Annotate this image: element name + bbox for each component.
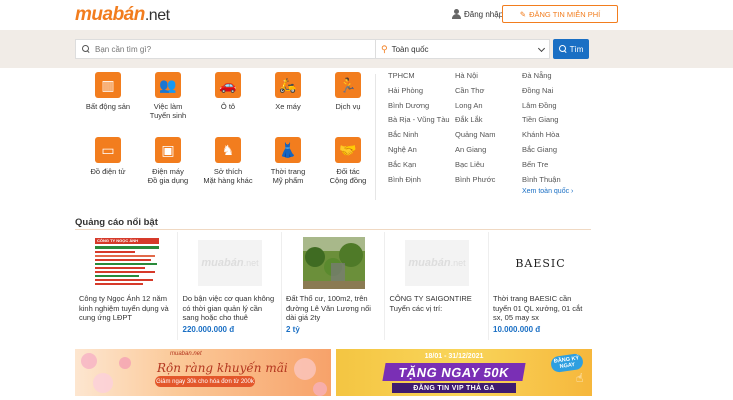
cities-divider [375,74,376,200]
handshake-icon: 🤝 [335,137,361,163]
logo-part2: .net [144,7,170,24]
city-link[interactable]: Bắc Giang [522,145,557,154]
featured-card-title: Do bận việc cơ quan không có thời gian q… [182,294,275,322]
car-icon: 🚗 [215,72,241,98]
city-link[interactable]: Lâm Đồng [522,101,557,110]
city-link[interactable]: Đồng Nai [522,86,553,95]
banner-left-sub: Giảm ngay 30k cho hóa đơn từ 200k [155,376,255,387]
search-icon [82,45,90,53]
brand-logo-text: BAESIC [515,256,566,270]
featured-card-title: CÔNG TY SAIGONTIRE Tuyển các vị trí: [389,294,472,313]
city-link[interactable]: Bình Dương [388,101,429,110]
more-cities-link[interactable]: Xem toàn quốc › [522,188,573,195]
city-link[interactable]: Bạc Liêu [455,160,484,169]
location-pin-icon: ⚲ [381,43,388,54]
chevron-down-icon [537,44,546,53]
featured-card-price: 220.000.000 đ [182,325,235,334]
city-link[interactable]: Cần Thơ [455,86,484,95]
city-link[interactable]: Bà Rịa - Vũng Tàu [388,115,450,124]
cursor-hand-icon: ☝ [576,371,584,385]
featured-card[interactable]: CÔNG TY NGỌC ÁNH Công ty Ngọc Ánh 12 năm … [75,232,178,340]
rocking-horse-icon: ♞ [215,137,241,163]
category-item[interactable]: 🤝 Đối tác Cộng đồng [313,137,383,185]
user-icon [452,9,461,19]
city-link[interactable]: Đà Nẵng [522,71,552,80]
washing-machine-icon: ▣ [155,137,181,163]
location-value: Toàn quốc [391,44,429,54]
land-photo-image [286,237,381,289]
login-label: Đăng nhập [464,9,504,19]
logo-part1: muabán [75,4,145,25]
flyer-heading: CÔNG TY NGỌC ÁNH [97,238,139,243]
city-link[interactable]: Đắk Lắk [455,115,483,124]
building-icon: ▥ [95,72,121,98]
more-cities-label: Xem toàn quốc [522,188,570,195]
city-link[interactable]: Nghệ An [388,145,417,154]
city-link[interactable]: Bình Phước [455,175,495,184]
placeholder-logo-image: muabán.net [390,237,485,289]
featured-title: Quảng cáo nổi bật [75,217,158,228]
banner-left-kicker: muaban.net [170,351,202,357]
post-button-label: ĐĂNG TIN MIỄN PHÍ [529,9,601,19]
featured-card[interactable]: Đất Thổ cư, 100m2, trên đường Lê Văn Lươ… [282,232,385,340]
location-select[interactable]: ⚲ Toàn quốc [375,39,550,59]
fashion-icon: 👗 [275,137,301,163]
search-box [75,39,375,59]
category-item[interactable]: 🏃 Dịch vụ [313,72,383,111]
header: muabán.net Đăng nhập ✎ ĐĂNG TIN MIỄN PHÍ [0,0,733,30]
city-link[interactable]: Quảng Nam [455,130,495,139]
banner-right-date: 18/01 - 31/12/2021 [424,353,484,360]
brand-logo-image: BAESIC [493,237,588,289]
featured-card-title: Công ty Ngọc Ánh 12 năm kinh nghiệm tuyể… [79,294,169,322]
featured-card-price: 10.000.000 đ [493,325,541,334]
featured-divider [75,229,591,230]
chevron-right-icon: › [571,188,574,195]
city-link[interactable]: Tiền Giang [522,115,558,124]
banner-left-headline: Rộn ràng khuyến mãi [157,361,288,375]
banner-right-sub: ĐĂNG TIN VIP THẢ GA [392,383,516,393]
city-link[interactable]: Bình Định [388,175,421,184]
city-link[interactable]: An Giang [455,145,486,154]
flyer-image: CÔNG TY NGỌC ÁNH [79,237,174,289]
city-link[interactable]: Hải Phòng [388,86,423,95]
search-input[interactable] [95,44,365,54]
city-link[interactable]: Bình Thuận [522,175,561,184]
city-link[interactable]: Bắc Kạn [388,160,416,169]
login-link[interactable]: Đăng nhập [452,9,503,19]
search-button[interactable]: Tìm [553,39,589,59]
category-label: Dịch vụ [335,102,361,111]
featured-card[interactable]: muabán.net Do bận việc cơ quan không có t… [179,232,282,340]
city-link[interactable]: TPHCM [388,71,415,80]
search-button-label: Tìm [569,44,584,54]
site-logo[interactable]: muabán.net [75,4,170,26]
city-link[interactable]: Bắc Ninh [388,130,418,139]
devices-icon: ▭ [95,137,121,163]
promo-banner-left[interactable]: muaban.net Rộn ràng khuyến mãi Giảm ngay… [75,349,331,396]
post-free-button[interactable]: ✎ ĐĂNG TIN MIỄN PHÍ [502,5,618,23]
city-link[interactable]: Long An [455,101,483,110]
edit-icon: ✎ [519,9,527,19]
featured-card[interactable]: muabán.net CÔNG TY SAIGONTIRE Tuyển các v… [386,232,489,340]
people-icon: 👥 [155,72,181,98]
featured-card[interactable]: BAESIC Thời trang BAESIC cần tuyển 01 QL … [489,232,592,340]
city-link[interactable]: Khánh Hòa [522,130,560,139]
scooter-icon: 🛵 [275,72,301,98]
search-band: ⚲ Toàn quốc Tìm [0,30,733,68]
city-link[interactable]: Bến Tre [522,160,548,169]
placeholder-logo-image: muabán.net [183,237,278,289]
promo-banner-right[interactable]: 18/01 - 31/12/2021 TẶNG NGAY 50K ĐĂNG TI… [336,349,592,396]
banner-right-headline: TẶNG NGAY 50K [382,363,526,381]
runner-icon: 🏃 [335,72,361,98]
featured-card-title: Thời trang BAESIC cần tuyển 01 QL xưởng,… [493,294,583,322]
city-link[interactable]: Hà Nội [455,71,478,80]
search-button-icon [558,45,567,53]
featured-card-title: Đất Thổ cư, 100m2, trên đường Lê Văn Lươ… [286,294,371,322]
category-label: Đối tác Cộng đồng [329,167,367,185]
featured-card-price: 2 tỷ [286,325,300,334]
